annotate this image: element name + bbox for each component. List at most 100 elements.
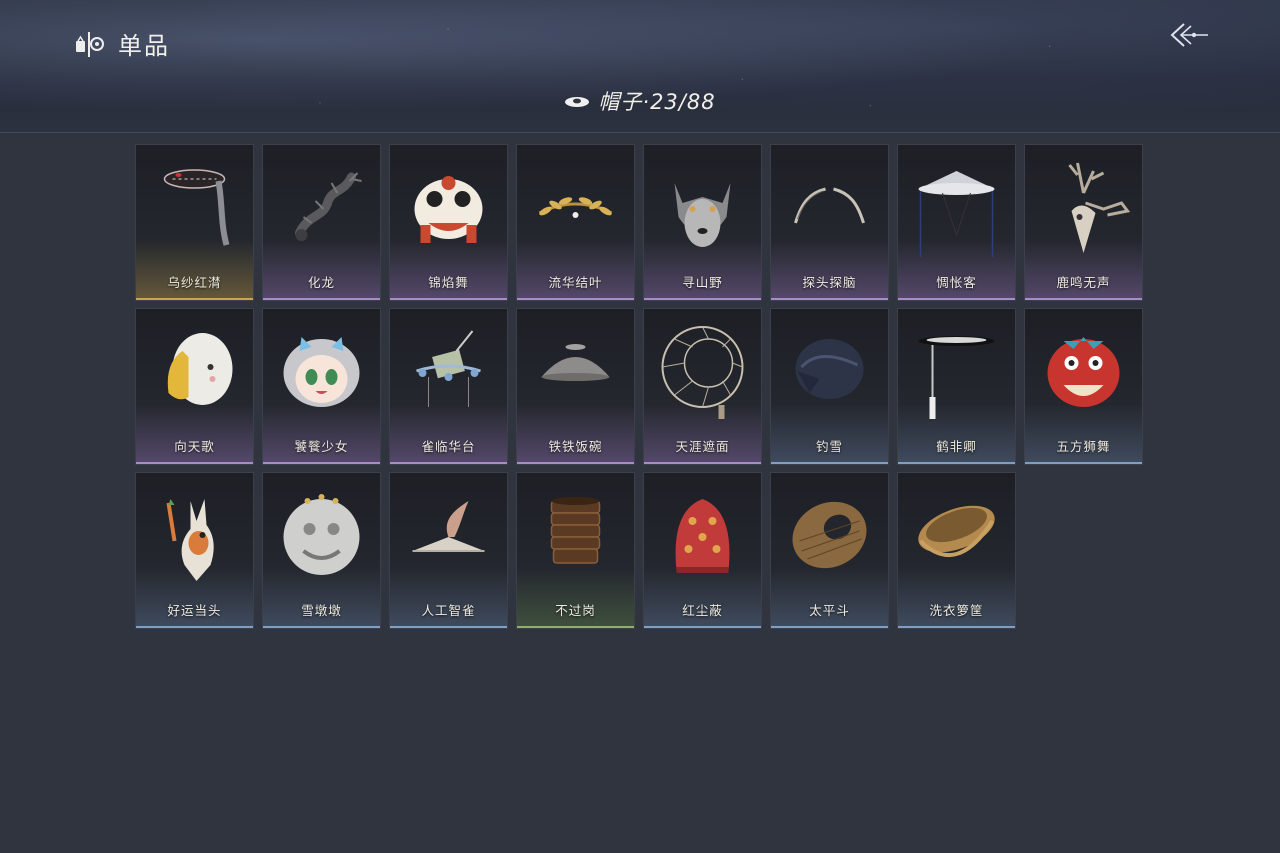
- item-card[interactable]: 人工智雀: [390, 473, 507, 628]
- item-card[interactable]: 向天歌: [136, 309, 253, 464]
- quality-bar: [644, 462, 761, 464]
- quality-bar: [644, 298, 761, 300]
- item-card[interactable]: 化龙: [263, 145, 380, 300]
- golden-leaf-crown-icon: [538, 197, 613, 218]
- item-name: 化龙: [307, 275, 335, 290]
- item-name: 锦焰舞: [428, 275, 469, 290]
- red-hood-icon: [675, 499, 730, 573]
- quality-bar: [898, 626, 1015, 628]
- item-name: 乌纱红潸: [167, 275, 222, 290]
- item-name: 铁铁饭碗: [548, 439, 603, 454]
- deer-skull-icon: [1068, 162, 1131, 253]
- item-name: 寻山野: [682, 275, 723, 290]
- quality-bar: [517, 298, 634, 300]
- quality-bar: [644, 626, 761, 628]
- item-name: 流华结叶: [548, 275, 603, 290]
- stone-lion-head-icon: [283, 494, 360, 575]
- quality-bar: [390, 626, 507, 628]
- item-name: 天涯遮面: [675, 439, 730, 454]
- item-name: 向天歌: [174, 439, 215, 454]
- item-card[interactable]: 雪墩墩: [263, 473, 380, 628]
- item-card[interactable]: 红尘蔽: [644, 473, 761, 628]
- wardrobe-icon: [76, 31, 104, 57]
- item-name: 鹿鸣无声: [1056, 275, 1111, 290]
- dragon-icon: [295, 172, 362, 241]
- quality-bar: [898, 298, 1015, 300]
- item-card[interactable]: 洗衣箩筐: [898, 473, 1015, 628]
- quality-bar: [1025, 462, 1142, 464]
- bird-hat-icon: [412, 501, 485, 552]
- laundry-basket-icon: [918, 505, 995, 558]
- quality-bar: [136, 298, 253, 300]
- item-name: 太平斗: [809, 603, 850, 618]
- red-lion-head-icon: [1047, 337, 1120, 407]
- woven-basket-hat-icon: [792, 501, 867, 569]
- item-card[interactable]: 钓雪: [771, 309, 888, 464]
- bamboo-frame-hat-icon: [661, 326, 744, 419]
- wine-bowl-stack-icon: [550, 497, 601, 564]
- quality-bar: [771, 462, 888, 464]
- black-gauze-hat-icon: [163, 169, 230, 246]
- cloth-hat-icon: [795, 339, 864, 399]
- category-header: 帽子·23/88: [0, 86, 1280, 116]
- hat-icon: [565, 97, 590, 107]
- item-name: 饕餮少女: [294, 439, 349, 454]
- item-card[interactable]: 雀临华台: [390, 309, 507, 464]
- item-card[interactable]: 锦焰舞: [390, 145, 507, 300]
- item-name: 五方狮舞: [1056, 439, 1111, 454]
- item-name: 好运当头: [167, 603, 222, 618]
- item-card[interactable]: 鹿鸣无声: [1025, 145, 1142, 300]
- item-card[interactable]: 五方狮舞: [1025, 309, 1142, 464]
- item-card[interactable]: 太平斗: [771, 473, 888, 628]
- item-name: 不过岗: [555, 603, 596, 618]
- item-card[interactable]: 鹤非卿: [898, 309, 1015, 464]
- quality-bar: [136, 626, 253, 628]
- item-card[interactable]: 流华结叶: [517, 145, 634, 300]
- flat-hat-tassel-icon: [918, 336, 995, 419]
- category-label: 帽子·23/88: [598, 90, 716, 114]
- quality-bar: [390, 462, 507, 464]
- item-card[interactable]: 惆怅客: [898, 145, 1015, 300]
- item-card[interactable]: 探头探脑: [771, 145, 888, 300]
- quality-bar: [263, 462, 380, 464]
- goose-hood-icon: [167, 333, 233, 405]
- item-name: 惆怅客: [936, 275, 977, 290]
- header-banner: 单品 帽子·23/88: [0, 0, 1280, 133]
- lion-dance-head-icon: [414, 176, 483, 243]
- item-card[interactable]: 乌纱红潸: [136, 145, 253, 300]
- item-card[interactable]: 铁铁饭碗: [517, 309, 634, 464]
- item-card[interactable]: 寻山野: [644, 145, 761, 300]
- item-name: 洗衣箩筐: [929, 603, 984, 618]
- item-card[interactable]: 不过岗: [517, 473, 634, 628]
- item-name: 探头探脑: [802, 275, 857, 290]
- wolf-head-icon: [674, 183, 731, 247]
- anime-girl-mask-icon: [283, 337, 360, 407]
- quality-bar: [898, 462, 1015, 464]
- veiled-hat-icon: [918, 171, 995, 257]
- quality-bar: [1025, 298, 1142, 300]
- ornate-headdress-icon: [416, 330, 481, 407]
- item-card[interactable]: 天涯遮面: [644, 309, 761, 464]
- feather-antennae-icon: [794, 187, 865, 224]
- item-name: 红尘蔽: [682, 603, 723, 618]
- item-name: 雀临华台: [421, 439, 476, 454]
- quality-bar: [771, 298, 888, 300]
- donkey-head-icon: [166, 499, 214, 581]
- quality-bar: [517, 462, 634, 464]
- item-card[interactable]: 好运当头: [136, 473, 253, 628]
- quality-bar: [136, 462, 253, 464]
- item-name: 钓雪: [815, 439, 843, 454]
- page-title: 单品: [118, 32, 170, 60]
- quality-bar: [263, 626, 380, 628]
- quality-bar: [263, 298, 380, 300]
- quality-bar: [390, 298, 507, 300]
- item-name: 人工智雀: [421, 603, 476, 618]
- title-group: 单品: [74, 26, 170, 61]
- quality-bar: [517, 626, 634, 628]
- item-name: 雪墩墩: [301, 603, 342, 618]
- iron-bowl-icon: [541, 344, 610, 381]
- quality-bar: [771, 626, 888, 628]
- item-card[interactable]: 饕餮少女: [263, 309, 380, 464]
- item-name: 鹤非卿: [936, 439, 977, 454]
- back-arrow-icon[interactable]: [1166, 20, 1210, 50]
